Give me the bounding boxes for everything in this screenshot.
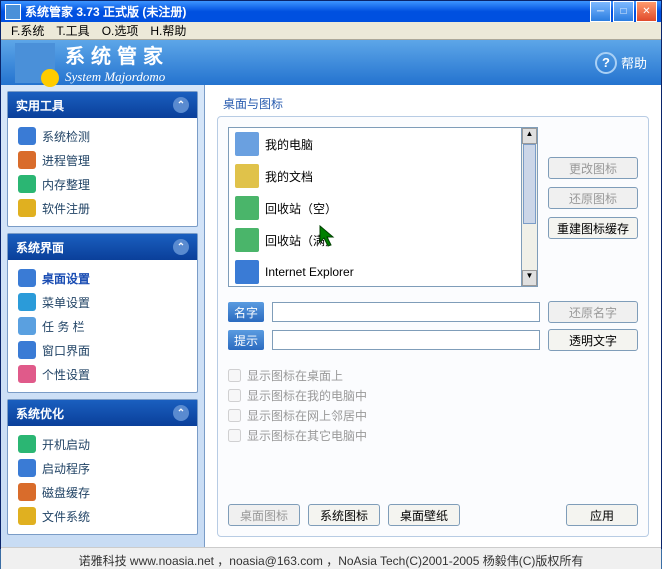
nav-icon: [18, 365, 36, 383]
tab-desktop-icon[interactable]: 桌面图标: [228, 504, 300, 526]
sidebar-item-0-3[interactable]: 软件注册: [12, 196, 193, 220]
footer: 诺雅科技 www.noasia.net ，noasia@163.com ，NoA…: [1, 547, 661, 569]
nav-icon: [18, 293, 36, 311]
menu-help[interactable]: H.帮助: [144, 22, 192, 39]
scroll-track[interactable]: [522, 144, 537, 270]
sidebar-item-2-1[interactable]: 启动程序: [12, 456, 193, 480]
nav-icon: [18, 317, 36, 335]
app-icon: [5, 4, 21, 20]
sidebar-item-2-2[interactable]: 磁盘缓存: [12, 480, 193, 504]
sidebar: 实用工具⌃ 系统检测进程管理内存整理软件注册系统界面⌃ 桌面设置菜单设置任 务 栏窗…: [1, 85, 205, 547]
nav-icon: [18, 175, 36, 193]
list-icon: [235, 228, 259, 252]
check-network-box[interactable]: [228, 409, 241, 422]
restore-icon-button[interactable]: 还原图标: [548, 187, 638, 209]
chevron-up-icon: ⌃: [173, 97, 189, 113]
app-subtitle: System Majordomo: [65, 69, 595, 85]
list-item-1[interactable]: 我的文档: [229, 160, 521, 192]
list-item-2[interactable]: 回收站（空）: [229, 192, 521, 224]
list-icon: [235, 132, 259, 156]
menu-options[interactable]: O.选项: [96, 22, 145, 39]
name-label: 名字: [228, 302, 264, 322]
apply-button[interactable]: 应用: [566, 504, 638, 526]
menu-tools[interactable]: T.工具: [50, 22, 95, 39]
list-icon: [235, 260, 259, 284]
nav-icon: [18, 507, 36, 525]
group-header-2[interactable]: 系统优化⌃: [8, 400, 197, 426]
sidebar-item-1-2[interactable]: 任 务 栏: [12, 314, 193, 338]
scroll-thumb[interactable]: [523, 144, 536, 224]
close-button[interactable]: ✕: [636, 1, 657, 22]
list-item-0[interactable]: 我的电脑: [229, 128, 521, 160]
tab-system-icon[interactable]: 系统图标: [308, 504, 380, 526]
sidebar-item-1-0[interactable]: 桌面设置: [12, 266, 193, 290]
help-icon: ?: [595, 52, 617, 74]
nav-icon: [18, 199, 36, 217]
sidebar-item-2-3[interactable]: 文件系统: [12, 504, 193, 528]
nav-icon: [18, 269, 36, 287]
header: 系统管家 System Majordomo ? 帮助: [1, 40, 661, 85]
nav-icon: [18, 127, 36, 145]
main-panel: 桌面与图标 我的电脑我的文档回收站（空）回收站（满）Internet Explo…: [205, 85, 661, 547]
list-icon: [235, 196, 259, 220]
minimize-button[interactable]: ─: [590, 1, 611, 22]
sidebar-item-1-3[interactable]: 窗口界面: [12, 338, 193, 362]
check-desktop[interactable]: 显示图标在桌面上: [228, 365, 638, 385]
list-item-3[interactable]: 回收站（满）: [229, 224, 521, 256]
group-header-0[interactable]: 实用工具⌃: [8, 92, 197, 118]
sidebar-item-0-1[interactable]: 进程管理: [12, 148, 193, 172]
sidebar-item-1-1[interactable]: 菜单设置: [12, 290, 193, 314]
chevron-up-icon: ⌃: [173, 405, 189, 421]
list-item-4[interactable]: Internet Explorer: [229, 256, 521, 286]
sidebar-item-0-2[interactable]: 内存整理: [12, 172, 193, 196]
nav-icon: [18, 151, 36, 169]
nav-icon: [18, 341, 36, 359]
icon-listbox[interactable]: 我的电脑我的文档回收站（空）回收站（满）Internet Explorer ▲ …: [228, 127, 538, 287]
transparent-text-button[interactable]: 透明文字: [548, 329, 638, 351]
window-title: 系统管家 3.73 正式版 (未注册): [25, 3, 590, 20]
chevron-up-icon: ⌃: [173, 239, 189, 255]
scroll-down-button[interactable]: ▼: [522, 270, 537, 286]
restore-name-button[interactable]: 还原名字: [548, 301, 638, 323]
scroll-up-button[interactable]: ▲: [522, 128, 537, 144]
name-input[interactable]: [272, 302, 540, 322]
sidebar-item-0-0[interactable]: 系统检测: [12, 124, 193, 148]
check-mycomputer-box[interactable]: [228, 389, 241, 402]
logo-icon: [15, 43, 55, 83]
check-desktop-box[interactable]: [228, 369, 241, 382]
tab-wallpaper[interactable]: 桌面壁纸: [388, 504, 460, 526]
nav-icon: [18, 459, 36, 477]
app-title: 系统管家: [65, 40, 595, 69]
check-other[interactable]: 显示图标在其它电脑中: [228, 425, 638, 445]
change-icon-button[interactable]: 更改图标: [548, 157, 638, 179]
help-button[interactable]: ? 帮助: [595, 52, 647, 74]
list-icon: [235, 164, 259, 188]
scrollbar[interactable]: ▲ ▼: [521, 128, 537, 286]
titlebar: 系统管家 3.73 正式版 (未注册) ─ □ ✕: [1, 1, 661, 22]
help-label: 帮助: [621, 53, 647, 72]
check-other-box[interactable]: [228, 429, 241, 442]
nav-icon: [18, 483, 36, 501]
hint-label: 提示: [228, 330, 264, 350]
check-network[interactable]: 显示图标在网上邻居中: [228, 405, 638, 425]
sidebar-item-2-0[interactable]: 开机启动: [12, 432, 193, 456]
nav-icon: [18, 435, 36, 453]
rebuild-cache-button[interactable]: 重建图标缓存: [548, 217, 638, 239]
panel-title: 桌面与图标: [217, 95, 649, 112]
menubar: F.系统 T.工具 O.选项 H.帮助: [1, 22, 661, 40]
check-mycomputer[interactable]: 显示图标在我的电脑中: [228, 385, 638, 405]
hint-input[interactable]: [272, 330, 540, 350]
group-header-1[interactable]: 系统界面⌃: [8, 234, 197, 260]
sidebar-item-1-4[interactable]: 个性设置: [12, 362, 193, 386]
menu-file[interactable]: F.系统: [5, 22, 50, 39]
maximize-button[interactable]: □: [613, 1, 634, 22]
